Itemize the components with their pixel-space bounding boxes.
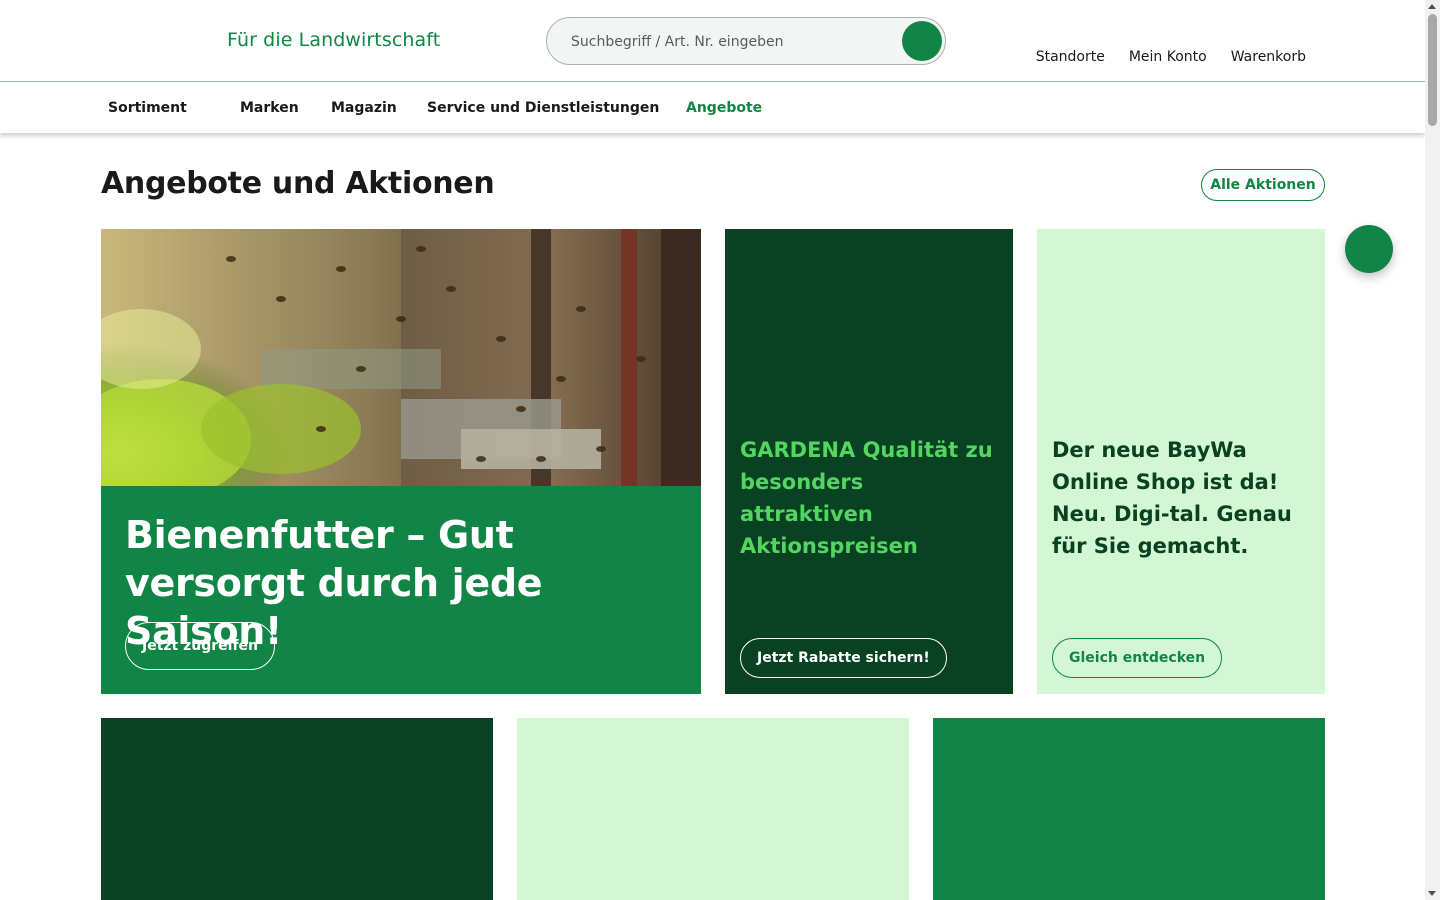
jetzt-zugreifen-button[interactable]: Jetzt zugreifen — [125, 622, 275, 670]
gleich-entdecken-button[interactable]: Gleich entdecken — [1052, 638, 1223, 678]
site-tagline[interactable]: Für die Landwirtschaft — [227, 29, 440, 51]
all-actions-button[interactable]: Alle Aktionen — [1201, 169, 1325, 201]
nav-item-sortiment[interactable]: Sortiment — [108, 100, 187, 116]
promo-card-row2-1[interactable] — [101, 718, 493, 900]
page-scrollbar[interactable] — [1425, 0, 1440, 900]
site-header: Für die Landwirtschaft Standorte Mein Ko… — [0, 0, 1425, 82]
rabatte-sichern-button[interactable]: Jetzt Rabatte sichern! — [740, 638, 947, 678]
beehive-photo — [101, 229, 701, 486]
main-nav: Sortiment Marken Magazin Service und Die… — [0, 82, 1425, 133]
nav-item-marken[interactable]: Marken — [240, 100, 299, 116]
scroll-up-icon[interactable] — [1428, 4, 1436, 9]
promo-card-bienenfutter[interactable]: Bienenfutter – Gut versorgt durch jede S… — [101, 229, 701, 694]
promo-card-row2-3[interactable] — [933, 718, 1325, 900]
account-link[interactable]: Mein Konto — [1129, 49, 1207, 65]
search-input[interactable] — [571, 31, 891, 53]
promo-card-online-shop[interactable]: Der neue BayWa Online Shop ist da! Neu. … — [1037, 229, 1325, 694]
nav-item-service[interactable]: Service und Dienstleistungen — [427, 100, 659, 116]
nav-item-angebote[interactable]: Angebote — [686, 100, 762, 116]
header-links: Standorte Mein Konto Warenkorb — [1036, 49, 1306, 65]
card-title: Der neue BayWa Online Shop ist da! Neu. … — [1052, 438, 1292, 558]
scroll-thumb[interactable] — [1428, 14, 1437, 126]
cart-link[interactable]: Warenkorb — [1231, 49, 1306, 65]
search-button[interactable] — [902, 21, 942, 61]
card-title: GARDENA Qualität zu besonders attraktive… — [740, 438, 993, 558]
nav-item-magazin[interactable]: Magazin — [331, 100, 397, 116]
scroll-down-icon[interactable] — [1428, 891, 1436, 896]
standorte-link[interactable]: Standorte — [1036, 49, 1105, 65]
section-title: Angebote und Aktionen — [101, 166, 495, 201]
promo-card-gardena[interactable]: GARDENA Qualität zu besonders attraktive… — [725, 229, 1013, 694]
search-bar — [546, 17, 946, 65]
beehive-image — [101, 229, 701, 486]
promo-card-row2-2[interactable] — [517, 718, 909, 900]
floating-action-button[interactable] — [1345, 225, 1393, 273]
